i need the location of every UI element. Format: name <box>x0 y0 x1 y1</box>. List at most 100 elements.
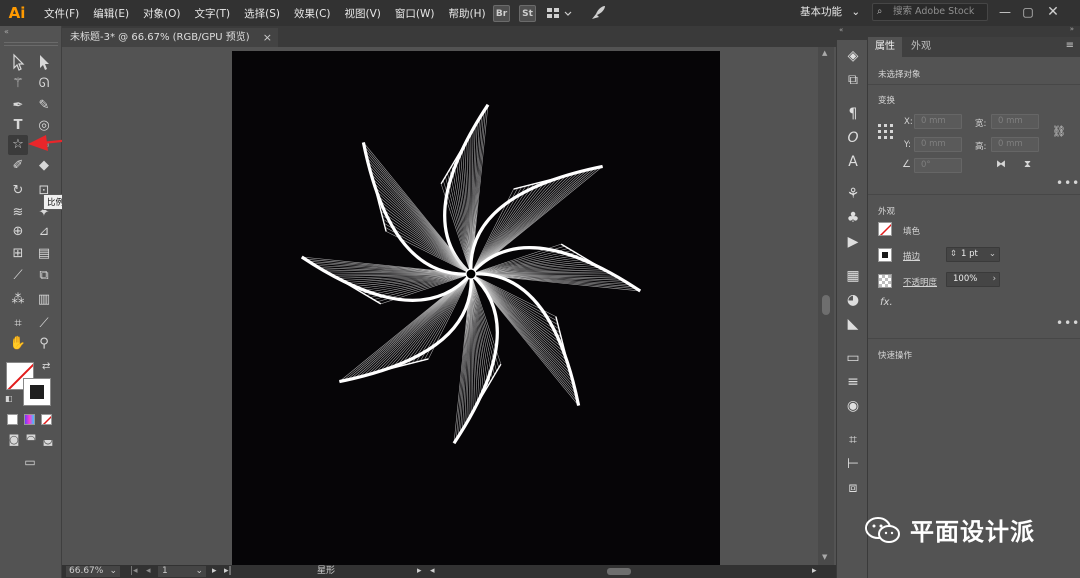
color-mode-button[interactable] <box>7 414 18 425</box>
stepper-icon[interactable]: ⇕ <box>950 248 957 261</box>
panel-collapse-icon[interactable]: » <box>1070 25 1074 33</box>
transparency-icon[interactable]: ◉ <box>843 396 863 416</box>
swap-colors-icon[interactable]: ⇄ <box>42 361 50 372</box>
layers-icon[interactable]: ◈ <box>843 46 863 66</box>
mesh-icon[interactable]: ⊞ <box>8 244 28 264</box>
minimize-button[interactable]: — <box>996 3 1014 21</box>
zoom-icon[interactable]: ⚲ <box>34 334 54 354</box>
chevron-down-icon: ⌄ <box>195 566 203 576</box>
more-options-button[interactable]: ••• <box>1056 176 1080 190</box>
opentype-icon[interactable]: O <box>843 128 863 148</box>
gradient-panel-icon[interactable]: ▭ <box>843 348 863 368</box>
paragraph-icon[interactable]: ¶ <box>843 104 863 124</box>
color-guide-icon[interactable]: ◕ <box>843 290 863 310</box>
flip-vertical-icon[interactable]: ⧗ <box>1024 159 1031 170</box>
libraries-icon[interactable]: ⚘ <box>843 184 863 204</box>
asset-export-icon[interactable]: ⧉ <box>843 70 863 90</box>
stock-button[interactable]: St <box>519 5 536 22</box>
gradient-icon[interactable]: ▤ <box>34 244 54 264</box>
panel-menu-icon[interactable]: ≡ <box>1066 40 1074 51</box>
shape-builder-icon[interactable]: ⊕ <box>8 222 28 242</box>
graph-icon[interactable]: ▥ <box>34 290 54 310</box>
actions-icon[interactable]: ▶ <box>843 232 863 252</box>
y-label: Y: <box>904 140 911 150</box>
swatches-icon[interactable]: ▦ <box>843 266 863 286</box>
stroke-panel-icon[interactable]: ≡ <box>843 372 863 392</box>
stock-search-input[interactable]: ⌕ 搜索 Adobe Stock <box>872 3 988 21</box>
stroke-label[interactable]: 描边 <box>903 250 920 262</box>
draw-inside-icon[interactable]: ◛ <box>38 430 58 450</box>
artboard-number-select[interactable]: 1 ⌄ <box>158 566 206 577</box>
symbol-sprayer-icon[interactable]: ⁂ <box>8 290 28 310</box>
pinwheel-star-artwork[interactable] <box>232 51 720 565</box>
zoom-select[interactable]: 66.67% ⌄ <box>66 566 120 577</box>
y-field[interactable]: 0 mm <box>914 137 962 152</box>
stroke-weight-field[interactable]: ⇕ 1 pt ⌄ <box>946 247 1000 262</box>
height-field[interactable]: 0 mm <box>991 137 1039 152</box>
artboard-number: 1 <box>162 566 168 576</box>
symbols-icon[interactable]: ♣ <box>843 208 863 228</box>
fill-color-swatch[interactable] <box>878 222 892 236</box>
menu-window[interactable]: 窗口(W) <box>395 6 435 21</box>
maximize-button[interactable]: ▢ <box>1019 3 1037 21</box>
menu-select[interactable]: 选择(S) <box>244 6 280 21</box>
last-artboard-icon[interactable]: ▸| <box>224 565 232 578</box>
scroll-up-icon[interactable]: ▲ <box>822 49 827 57</box>
flip-horizontal-icon[interactable]: ⧓ <box>996 159 1006 170</box>
scroll-down-icon[interactable]: ▼ <box>822 553 827 561</box>
opacity-field[interactable]: 100% › <box>946 272 1000 287</box>
opacity-label[interactable]: 不透明度 <box>903 276 937 288</box>
status-menu-icon[interactable]: ▸ <box>417 565 422 578</box>
align-icon[interactable]: ⊢ <box>843 454 863 474</box>
fx-button[interactable]: fx. <box>880 297 893 308</box>
arrange-documents-button[interactable] <box>545 4 575 22</box>
rotate-icon[interactable]: ↻ <box>8 181 28 201</box>
constrain-proportions-icon[interactable]: ⛓ <box>1052 125 1066 138</box>
x-field[interactable]: 0 mm <box>914 114 962 129</box>
horizontal-scroll-thumb[interactable] <box>607 568 631 575</box>
stroke-swatch[interactable] <box>23 378 51 406</box>
document-tab[interactable]: 未标题-3* @ 66.67% (RGB/GPU 预览) × <box>62 28 278 47</box>
default-colors-icon[interactable]: ◧ <box>5 394 13 403</box>
width-field[interactable]: 0 mm <box>991 114 1039 129</box>
opacity-value: 100% <box>953 274 978 284</box>
width-label: 宽: <box>975 119 987 129</box>
hand-icon[interactable]: ✋ <box>8 334 28 354</box>
previous-artboard-icon[interactable]: ◂ <box>146 565 151 578</box>
artboard[interactable] <box>232 51 720 565</box>
slice-icon[interactable]: ⟋ <box>34 314 54 334</box>
first-artboard-icon[interactable]: |◂ <box>130 565 138 578</box>
tab-appearance[interactable]: 外观 <box>904 37 938 57</box>
eyedropper-icon[interactable]: ⟋ <box>8 266 28 286</box>
rotation-field[interactable]: 0° <box>914 158 962 173</box>
artboard-icon[interactable]: ⌗ <box>8 314 28 334</box>
graphic-styles-icon[interactable]: ◣ <box>843 314 863 334</box>
menu-view[interactable]: 视图(V) <box>345 6 381 21</box>
gpu-performance-button[interactable] <box>588 3 608 23</box>
appearance-more-button[interactable]: ••• <box>1056 316 1080 330</box>
transform-panel-icon[interactable]: ⌗ <box>843 430 863 450</box>
stroke-color-swatch[interactable] <box>878 248 892 262</box>
dock-collapse-icon[interactable]: « <box>836 26 868 40</box>
tab-properties[interactable]: 属性 <box>868 37 902 57</box>
width-icon[interactable]: ≋ <box>8 203 28 223</box>
bridge-button[interactable]: Br <box>493 5 510 22</box>
menu-help[interactable]: 帮助(H) <box>449 6 486 21</box>
blend-icon[interactable]: ⧉ <box>34 266 54 286</box>
pathfinder-icon[interactable]: ⧈ <box>843 478 863 498</box>
reference-point-icon[interactable] <box>878 124 894 140</box>
gradient-mode-button[interactable] <box>24 414 35 425</box>
vertical-scrollbar[interactable]: ▲ ▼ <box>818 47 834 565</box>
scrollbar-thumb[interactable] <box>822 295 830 315</box>
menu-effect[interactable]: 效果(C) <box>294 6 331 21</box>
next-artboard-icon[interactable]: ▸ <box>212 565 217 578</box>
close-window-button[interactable]: ✕ <box>1044 3 1062 21</box>
scroll-right-icon[interactable]: ▸ <box>812 565 817 578</box>
none-mode-button[interactable] <box>41 414 52 425</box>
scroll-left-icon[interactable]: ◂ <box>430 565 435 578</box>
character-icon[interactable]: A <box>843 152 863 172</box>
perspective-icon[interactable]: ⊿ <box>34 222 54 242</box>
screen-mode-icon[interactable]: ▭ <box>20 452 40 472</box>
workspace-switcher[interactable]: 基本功能 ⌄ <box>800 4 860 19</box>
close-tab-button[interactable]: × <box>263 28 272 47</box>
